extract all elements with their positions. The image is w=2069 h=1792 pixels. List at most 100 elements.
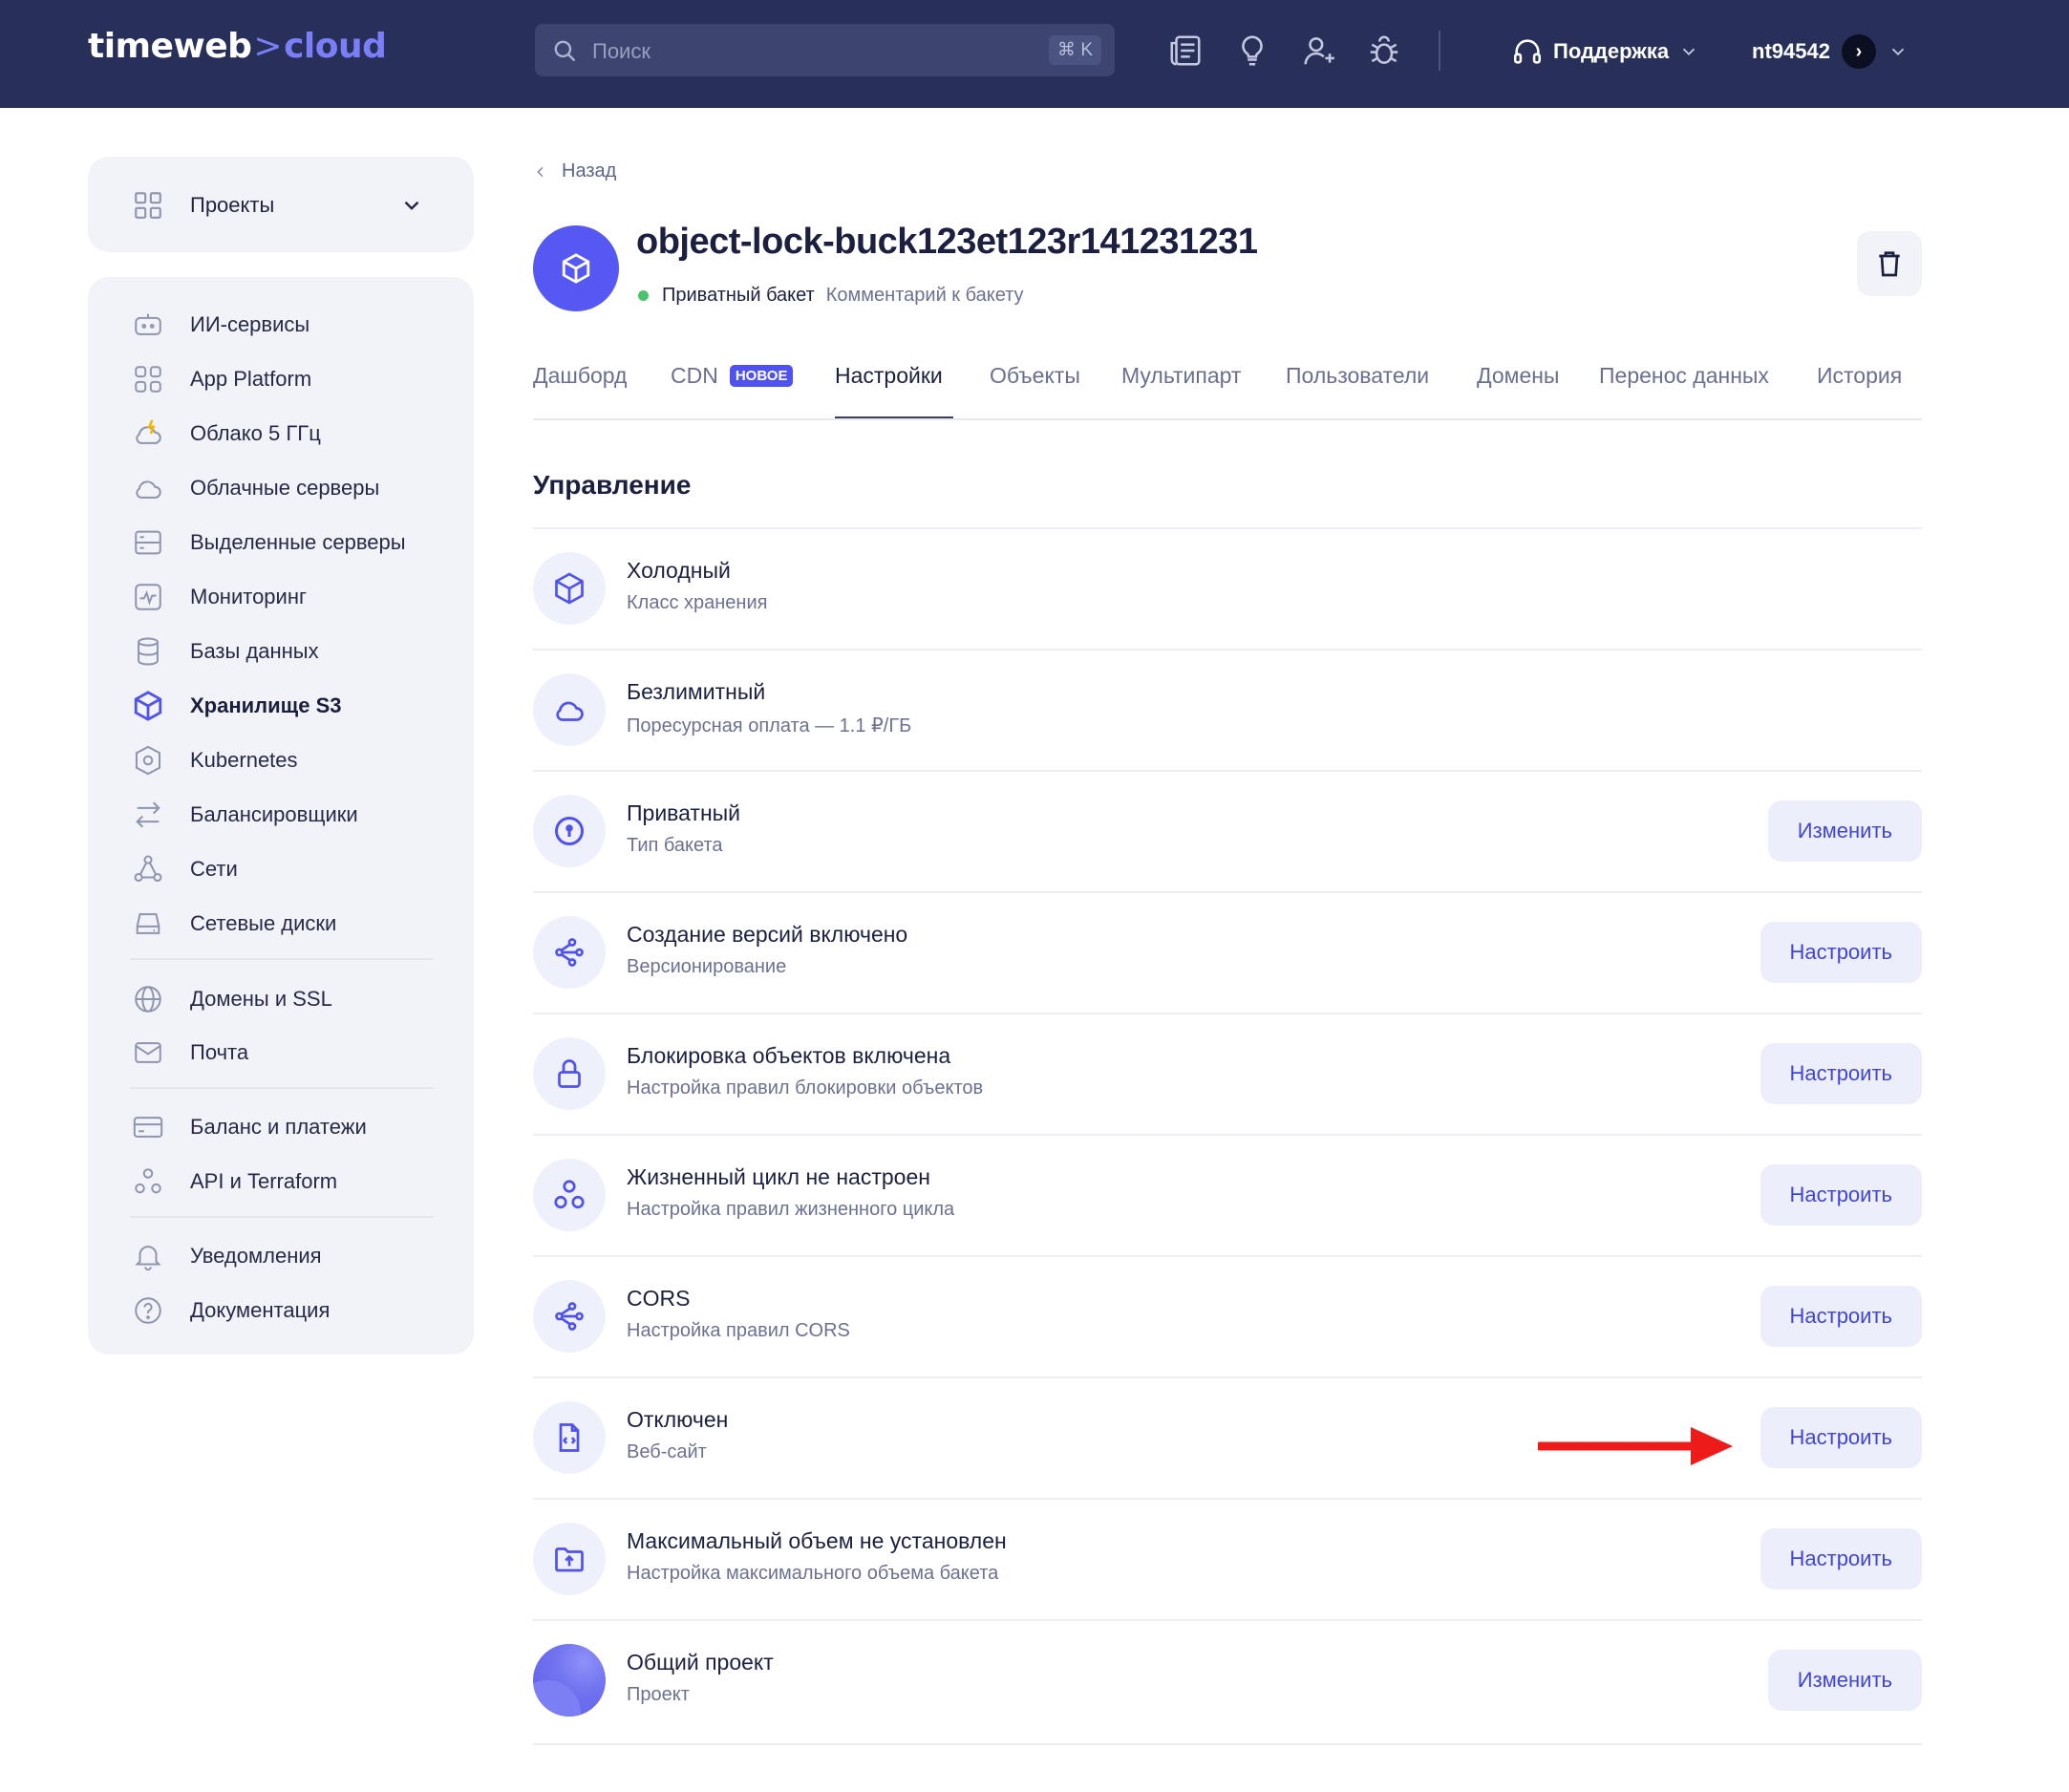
disk-icon: [136, 913, 160, 934]
ai-bot-icon: [135, 313, 161, 335]
configure-versioning-button[interactable]: Настроить: [1760, 922, 1922, 983]
configure-max-volume-button[interactable]: Настроить: [1760, 1528, 1922, 1589]
monitoring-icon: [135, 584, 161, 610]
delete-bucket-button[interactable]: [1857, 231, 1922, 296]
sidebar-item-notifications[interactable]: Уведомления: [132, 1237, 322, 1275]
website-icon: [559, 1423, 580, 1452]
search-icon: [554, 40, 575, 61]
cloud-bolt-icon: [136, 419, 161, 444]
server-icon: [135, 530, 161, 555]
sidebar-item-kubernetes[interactable]: Kubernetes: [132, 741, 298, 779]
back-link[interactable]: Назад: [533, 160, 616, 182]
setting-row-bucket-type: Приватный Тип бакета Изменить: [533, 770, 1922, 891]
projects-selector[interactable]: Проекты: [88, 157, 474, 252]
cube-icon: [562, 253, 590, 284]
sidebar-item-billing[interactable]: Баланс и платежи: [132, 1108, 367, 1146]
setting-row-versioning: Создание версий включено Версионирование…: [533, 891, 1922, 1013]
tab-data-transfer[interactable]: Перенос данных: [1599, 363, 1769, 389]
sidebar-item-networks[interactable]: Сети: [132, 850, 238, 888]
sidebar-item-domains-ssl[interactable]: Домены и SSL: [132, 980, 332, 1018]
logo[interactable]: timeweb>cloud: [88, 27, 387, 66]
list-divider: [533, 1743, 1922, 1745]
setting-subtitle: Класс хранения: [627, 592, 768, 613]
configure-object-lock-button[interactable]: Настроить: [1760, 1043, 1922, 1104]
tab-multipart[interactable]: Мультипарт: [1121, 363, 1241, 389]
tab-objects[interactable]: Объекты: [990, 363, 1080, 389]
sidebar-item-documentation[interactable]: Документация: [132, 1291, 330, 1330]
setting-row-cors: CORS Настройка правил CORS Настроить: [533, 1255, 1922, 1376]
setting-title: Безлимитный: [627, 679, 766, 704]
add-user-icon[interactable]: [1301, 32, 1337, 69]
sidebar-item-cloud-5ghz[interactable]: Облако 5 ГГц: [132, 415, 321, 453]
sidebar-item-cloud-servers[interactable]: Облачные серверы: [132, 469, 379, 507]
setting-row-max-volume: Максимальный объем не установлен Настрой…: [533, 1498, 1922, 1619]
sidebar-divider: [130, 1087, 434, 1089]
configure-cors-button[interactable]: Настроить: [1760, 1286, 1922, 1347]
setting-title: Максимальный объем не установлен: [627, 1528, 1007, 1553]
card-icon: [133, 1117, 163, 1138]
sidebar-divider: [130, 958, 434, 960]
chevron-right-icon[interactable]: ›: [1841, 34, 1876, 69]
bucket-avatar: [533, 225, 619, 311]
setting-subtitle: Поресурсная оплата — 1.1 ₽/ГБ: [627, 715, 912, 736]
sidebar-item-app-platform[interactable]: App Platform: [132, 360, 311, 398]
lightbulb-icon[interactable]: [1234, 32, 1270, 69]
setting-row-lifecycle: Жизненный цикл не настроен Настройка пра…: [533, 1134, 1922, 1255]
balancer-icon: [136, 801, 160, 828]
sidebar-item-databases[interactable]: Базы данных: [132, 632, 319, 671]
sidebar-item-dedicated-servers[interactable]: Выделенные серверы: [132, 523, 406, 562]
sidebar-divider: [130, 1216, 434, 1218]
tab-domains[interactable]: Домены: [1477, 363, 1559, 389]
sidebar-item-ai-services[interactable]: ИИ-сервисы: [132, 306, 309, 344]
top-bar: timeweb>cloud Поиск ⌘ K Поддержка nt9454…: [0, 0, 2069, 108]
setting-subtitle: Проект: [627, 1684, 690, 1705]
account-menu[interactable]: nt94542 ›: [1752, 34, 1909, 69]
tab-users[interactable]: Пользователи: [1286, 363, 1429, 389]
setting-subtitle: Настройка правил блокировки объектов: [627, 1077, 984, 1099]
support-menu[interactable]: Поддержка: [1511, 34, 1699, 69]
change-bucket-type-button[interactable]: Изменить: [1767, 800, 1922, 862]
setting-title: CORS: [627, 1286, 691, 1311]
tab-dashboard[interactable]: Дашборд: [533, 363, 627, 389]
chevron-down-icon: [1682, 48, 1696, 56]
configure-website-button[interactable]: Настроить: [1760, 1407, 1922, 1468]
sidebar-item-s3-storage[interactable]: Хранилище S3: [132, 687, 341, 725]
active-tab-indicator: [835, 416, 953, 418]
kubernetes-icon: [135, 745, 161, 776]
change-project-button[interactable]: Изменить: [1767, 1650, 1922, 1711]
sidebar-item-network-disks[interactable]: Сетевые диски: [132, 905, 336, 943]
sidebar-item-balancers[interactable]: Балансировщики: [132, 796, 358, 834]
news-icon[interactable]: [1167, 32, 1204, 69]
cors-icon: [555, 1302, 584, 1331]
private-icon: [555, 817, 584, 845]
folder-upload-icon: [555, 1547, 584, 1572]
chevron-down-icon: [1891, 48, 1905, 56]
trash-icon: [1879, 251, 1900, 277]
sidebar-item-api-terraform[interactable]: API и Terraform: [132, 1163, 337, 1201]
setting-title: Отключен: [627, 1407, 729, 1432]
chevron-down-icon: [404, 201, 419, 210]
setting-subtitle: Веб-сайт: [627, 1441, 707, 1462]
bucket-comment[interactable]: Комментарий к бакету: [826, 285, 1024, 307]
setting-subtitle: Настройка правил CORS: [627, 1320, 850, 1341]
chevron-left-icon: [537, 166, 544, 177]
bug-icon[interactable]: [1366, 32, 1402, 69]
sidebar-item-mail[interactable]: Почта: [132, 1034, 248, 1072]
search-input[interactable]: Поиск ⌘ K: [535, 24, 1115, 76]
setting-row-storage-class: Холодный Класс хранения: [533, 527, 1922, 649]
setting-title: Создание версий включено: [627, 922, 908, 947]
tab-cdn[interactable]: CDN НОВОЕ: [671, 363, 794, 389]
tab-history[interactable]: История: [1817, 363, 1902, 389]
bucket-status-line: Приватный бакет Комментарий к бакету: [638, 285, 1024, 307]
projects-grid-icon: [135, 192, 161, 219]
page-title: object-lock-buck123et123r141231231: [636, 222, 1258, 262]
mail-icon: [135, 1042, 161, 1063]
annotation-arrow-icon: [1538, 1427, 1733, 1465]
tab-settings[interactable]: Настройки: [835, 363, 943, 389]
header-divider: [1439, 31, 1440, 71]
sidebar-item-monitoring[interactable]: Мониторинг: [132, 578, 307, 616]
configure-lifecycle-button[interactable]: Настроить: [1760, 1164, 1922, 1226]
database-icon: [138, 637, 159, 666]
setting-title: Общий проект: [627, 1650, 774, 1675]
help-icon: [135, 1297, 161, 1324]
